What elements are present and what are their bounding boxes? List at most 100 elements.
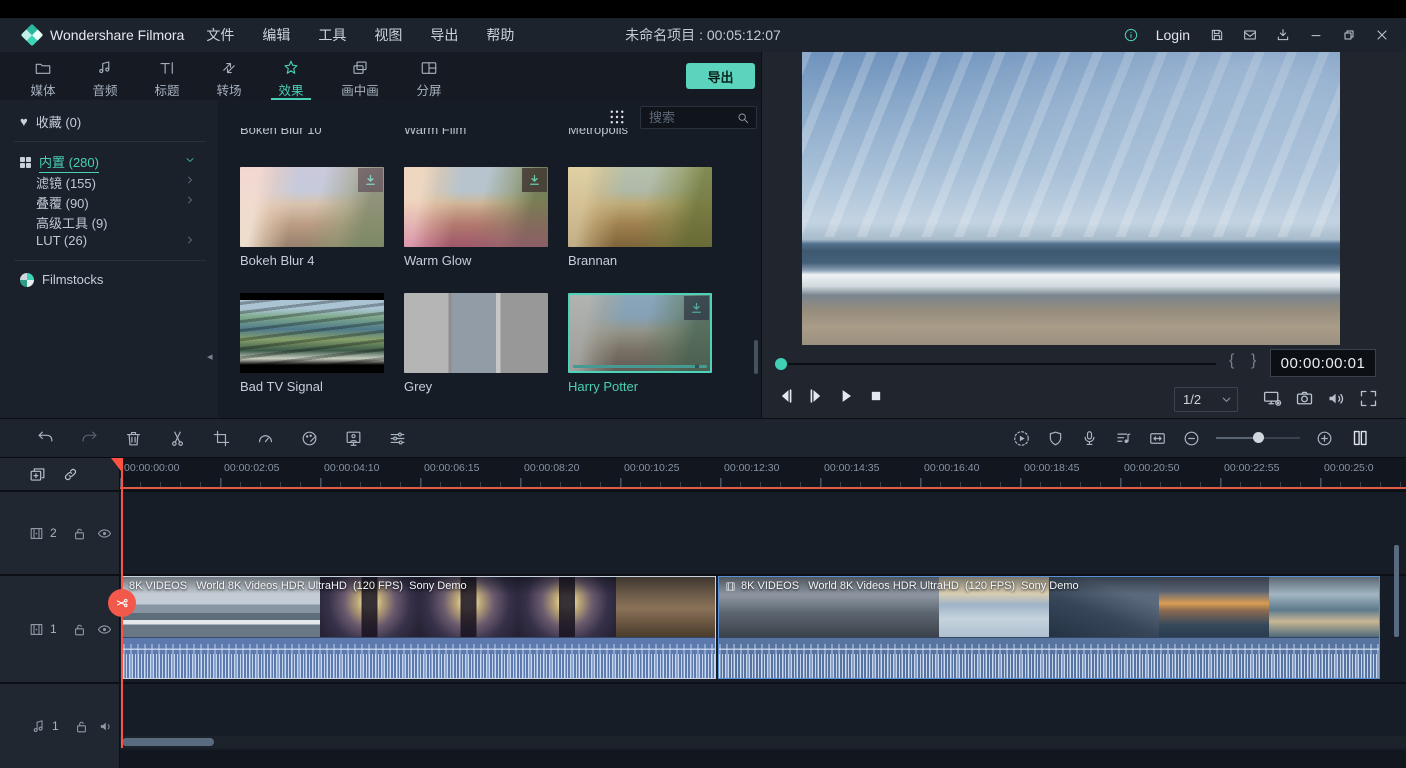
zoom-in-icon[interactable]: [1315, 429, 1334, 448]
timeline-horizontal-scrollbar-track[interactable]: [120, 736, 1406, 748]
tab-effects[interactable]: 效果: [260, 52, 322, 100]
mark-in-icon[interactable]: {: [1229, 352, 1234, 370]
search-input[interactable]: [641, 110, 736, 125]
menu-help[interactable]: 帮助: [472, 18, 528, 52]
previous-frame-button[interactable]: [776, 386, 796, 406]
render-preview-icon[interactable]: [1012, 429, 1031, 448]
effect-card-grey[interactable]: Grey: [404, 293, 548, 394]
tab-transitions[interactable]: 转场: [198, 52, 260, 100]
stop-button[interactable]: [866, 386, 886, 406]
slider-handle[interactable]: [1253, 432, 1264, 443]
info-icon[interactable]: [1123, 27, 1139, 43]
menu-file[interactable]: 文件: [192, 18, 248, 52]
effect-card-warm-glow[interactable]: Warm Glow: [404, 167, 548, 268]
lock-icon[interactable]: [71, 525, 88, 542]
undo-icon[interactable]: [36, 429, 55, 448]
mail-icon[interactable]: [1242, 27, 1258, 43]
link-icon[interactable]: [61, 465, 80, 484]
timeline-clip-1[interactable]: 8K VIDEOS World 8K Videos HDR UltraHD (1…: [122, 576, 716, 679]
divider: [14, 260, 206, 261]
update-download-icon[interactable]: [1275, 27, 1291, 43]
green-screen-icon[interactable]: [344, 429, 363, 448]
speaker-icon[interactable]: [98, 718, 115, 735]
panel-collapse-icon[interactable]: ◂: [207, 350, 213, 363]
menu-view[interactable]: 视图: [360, 18, 416, 52]
chevron-right-icon[interactable]: [184, 174, 196, 186]
adjust-sliders-icon[interactable]: [388, 429, 407, 448]
menu-tools[interactable]: 工具: [304, 18, 360, 52]
audio-mixer-icon[interactable]: [1114, 429, 1133, 448]
mark-out-icon[interactable]: }: [1251, 352, 1256, 370]
sidebar-item-advanced-tools[interactable]: 高级工具 (9): [36, 213, 108, 232]
delete-icon[interactable]: [124, 429, 143, 448]
eye-icon[interactable]: [96, 621, 113, 638]
scrubber-handle[interactable]: [775, 358, 787, 370]
track-header-audio-1[interactable]: 1: [0, 684, 120, 768]
tab-titles[interactable]: 标题: [136, 52, 198, 100]
snapshot-camera-icon[interactable]: [1294, 388, 1315, 409]
sidebar-item-filmstocks[interactable]: Filmstocks: [20, 272, 103, 287]
chevron-down-icon[interactable]: [184, 154, 196, 166]
menu-edit[interactable]: 编辑: [248, 18, 304, 52]
panel-layout-icon[interactable]: [1349, 427, 1371, 449]
zoom-out-icon[interactable]: [1182, 429, 1201, 448]
menu-export[interactable]: 导出: [416, 18, 472, 52]
redo-icon[interactable]: [80, 429, 99, 448]
tab-media[interactable]: 媒体: [12, 52, 74, 100]
save-icon[interactable]: [1209, 27, 1225, 43]
tab-pip[interactable]: 画中画: [322, 52, 398, 100]
marker-icon[interactable]: [1046, 429, 1065, 448]
sidebar-item-filters[interactable]: 滤镜 (155): [36, 173, 96, 192]
ruler-label: 00:00:10:25: [624, 462, 679, 474]
voiceover-mic-icon[interactable]: [1080, 429, 1099, 448]
export-button[interactable]: 导出: [686, 63, 755, 89]
restore-button[interactable]: [1341, 27, 1357, 43]
track-header-video-1[interactable]: 1: [0, 576, 120, 682]
lock-icon[interactable]: [73, 718, 90, 735]
search-icon[interactable]: [736, 111, 750, 125]
color-palette-icon[interactable]: [300, 429, 319, 448]
timeline-vertical-scrollbar[interactable]: [1394, 545, 1399, 637]
chevron-right-icon[interactable]: [184, 234, 196, 246]
audio-track-icon: [30, 718, 47, 735]
timeline-zoom-slider[interactable]: [1216, 419, 1300, 457]
eye-icon[interactable]: [96, 525, 113, 542]
display-settings-icon[interactable]: [1262, 388, 1283, 409]
effect-card-brannan[interactable]: Brannan: [568, 167, 712, 268]
video-track-2-lane[interactable]: [120, 492, 1406, 574]
sidebar-item-builtin[interactable]: 内置 (280): [20, 152, 99, 173]
minimize-button[interactable]: [1308, 27, 1324, 43]
tab-split-screen[interactable]: 分屏: [398, 52, 460, 100]
next-frame-button[interactable]: [806, 386, 826, 406]
effect-card-bokeh-blur-4[interactable]: Bokeh Blur 4: [240, 167, 384, 268]
fullscreen-icon[interactable]: [1358, 388, 1379, 409]
sidebar-item-lut[interactable]: LUT (26): [36, 233, 87, 248]
track-header-video-2[interactable]: 2: [0, 492, 120, 574]
effect-card-bad-tv-signal[interactable]: Bad TV Signal: [240, 293, 384, 394]
chevron-right-icon[interactable]: [184, 194, 196, 206]
lock-icon[interactable]: [71, 621, 88, 638]
tab-audio[interactable]: 音频: [74, 52, 136, 100]
scrubber-track[interactable]: [788, 363, 1216, 365]
timeline-ruler[interactable]: 00:00:00:00 00:00:02:05 00:00:04:10 00:0…: [120, 458, 1406, 488]
sidebar-item-favorites[interactable]: ♥ 收藏 (0): [20, 112, 81, 131]
sidebar-item-overlays[interactable]: 叠覆 (90): [36, 193, 89, 212]
login-button[interactable]: Login: [1156, 27, 1190, 43]
close-button[interactable]: [1374, 27, 1390, 43]
timeline-horizontal-scrollbar-thumb[interactable]: [122, 738, 214, 746]
effects-scrollbar[interactable]: [754, 340, 758, 374]
playback-quality-dropdown[interactable]: 1/2: [1174, 387, 1238, 412]
speed-icon[interactable]: [256, 429, 275, 448]
grid-view-icon[interactable]: [608, 108, 626, 126]
timeline-clip-2[interactable]: 8K VIDEOS World 8K Videos HDR UltraHD (1…: [718, 576, 1380, 679]
split-scissors-icon[interactable]: [168, 429, 187, 448]
fit-timeline-icon[interactable]: [1148, 429, 1167, 448]
volume-icon[interactable]: [1326, 388, 1347, 409]
current-timecode[interactable]: 00:00:00:01: [1270, 349, 1376, 377]
track-number: 2: [50, 526, 64, 540]
crop-icon[interactable]: [212, 429, 231, 448]
effect-card-harry-potter[interactable]: Harry Potter: [568, 293, 712, 394]
play-button[interactable]: [836, 386, 856, 406]
add-track-icon[interactable]: [28, 465, 47, 484]
playhead-split-button[interactable]: [108, 589, 136, 617]
